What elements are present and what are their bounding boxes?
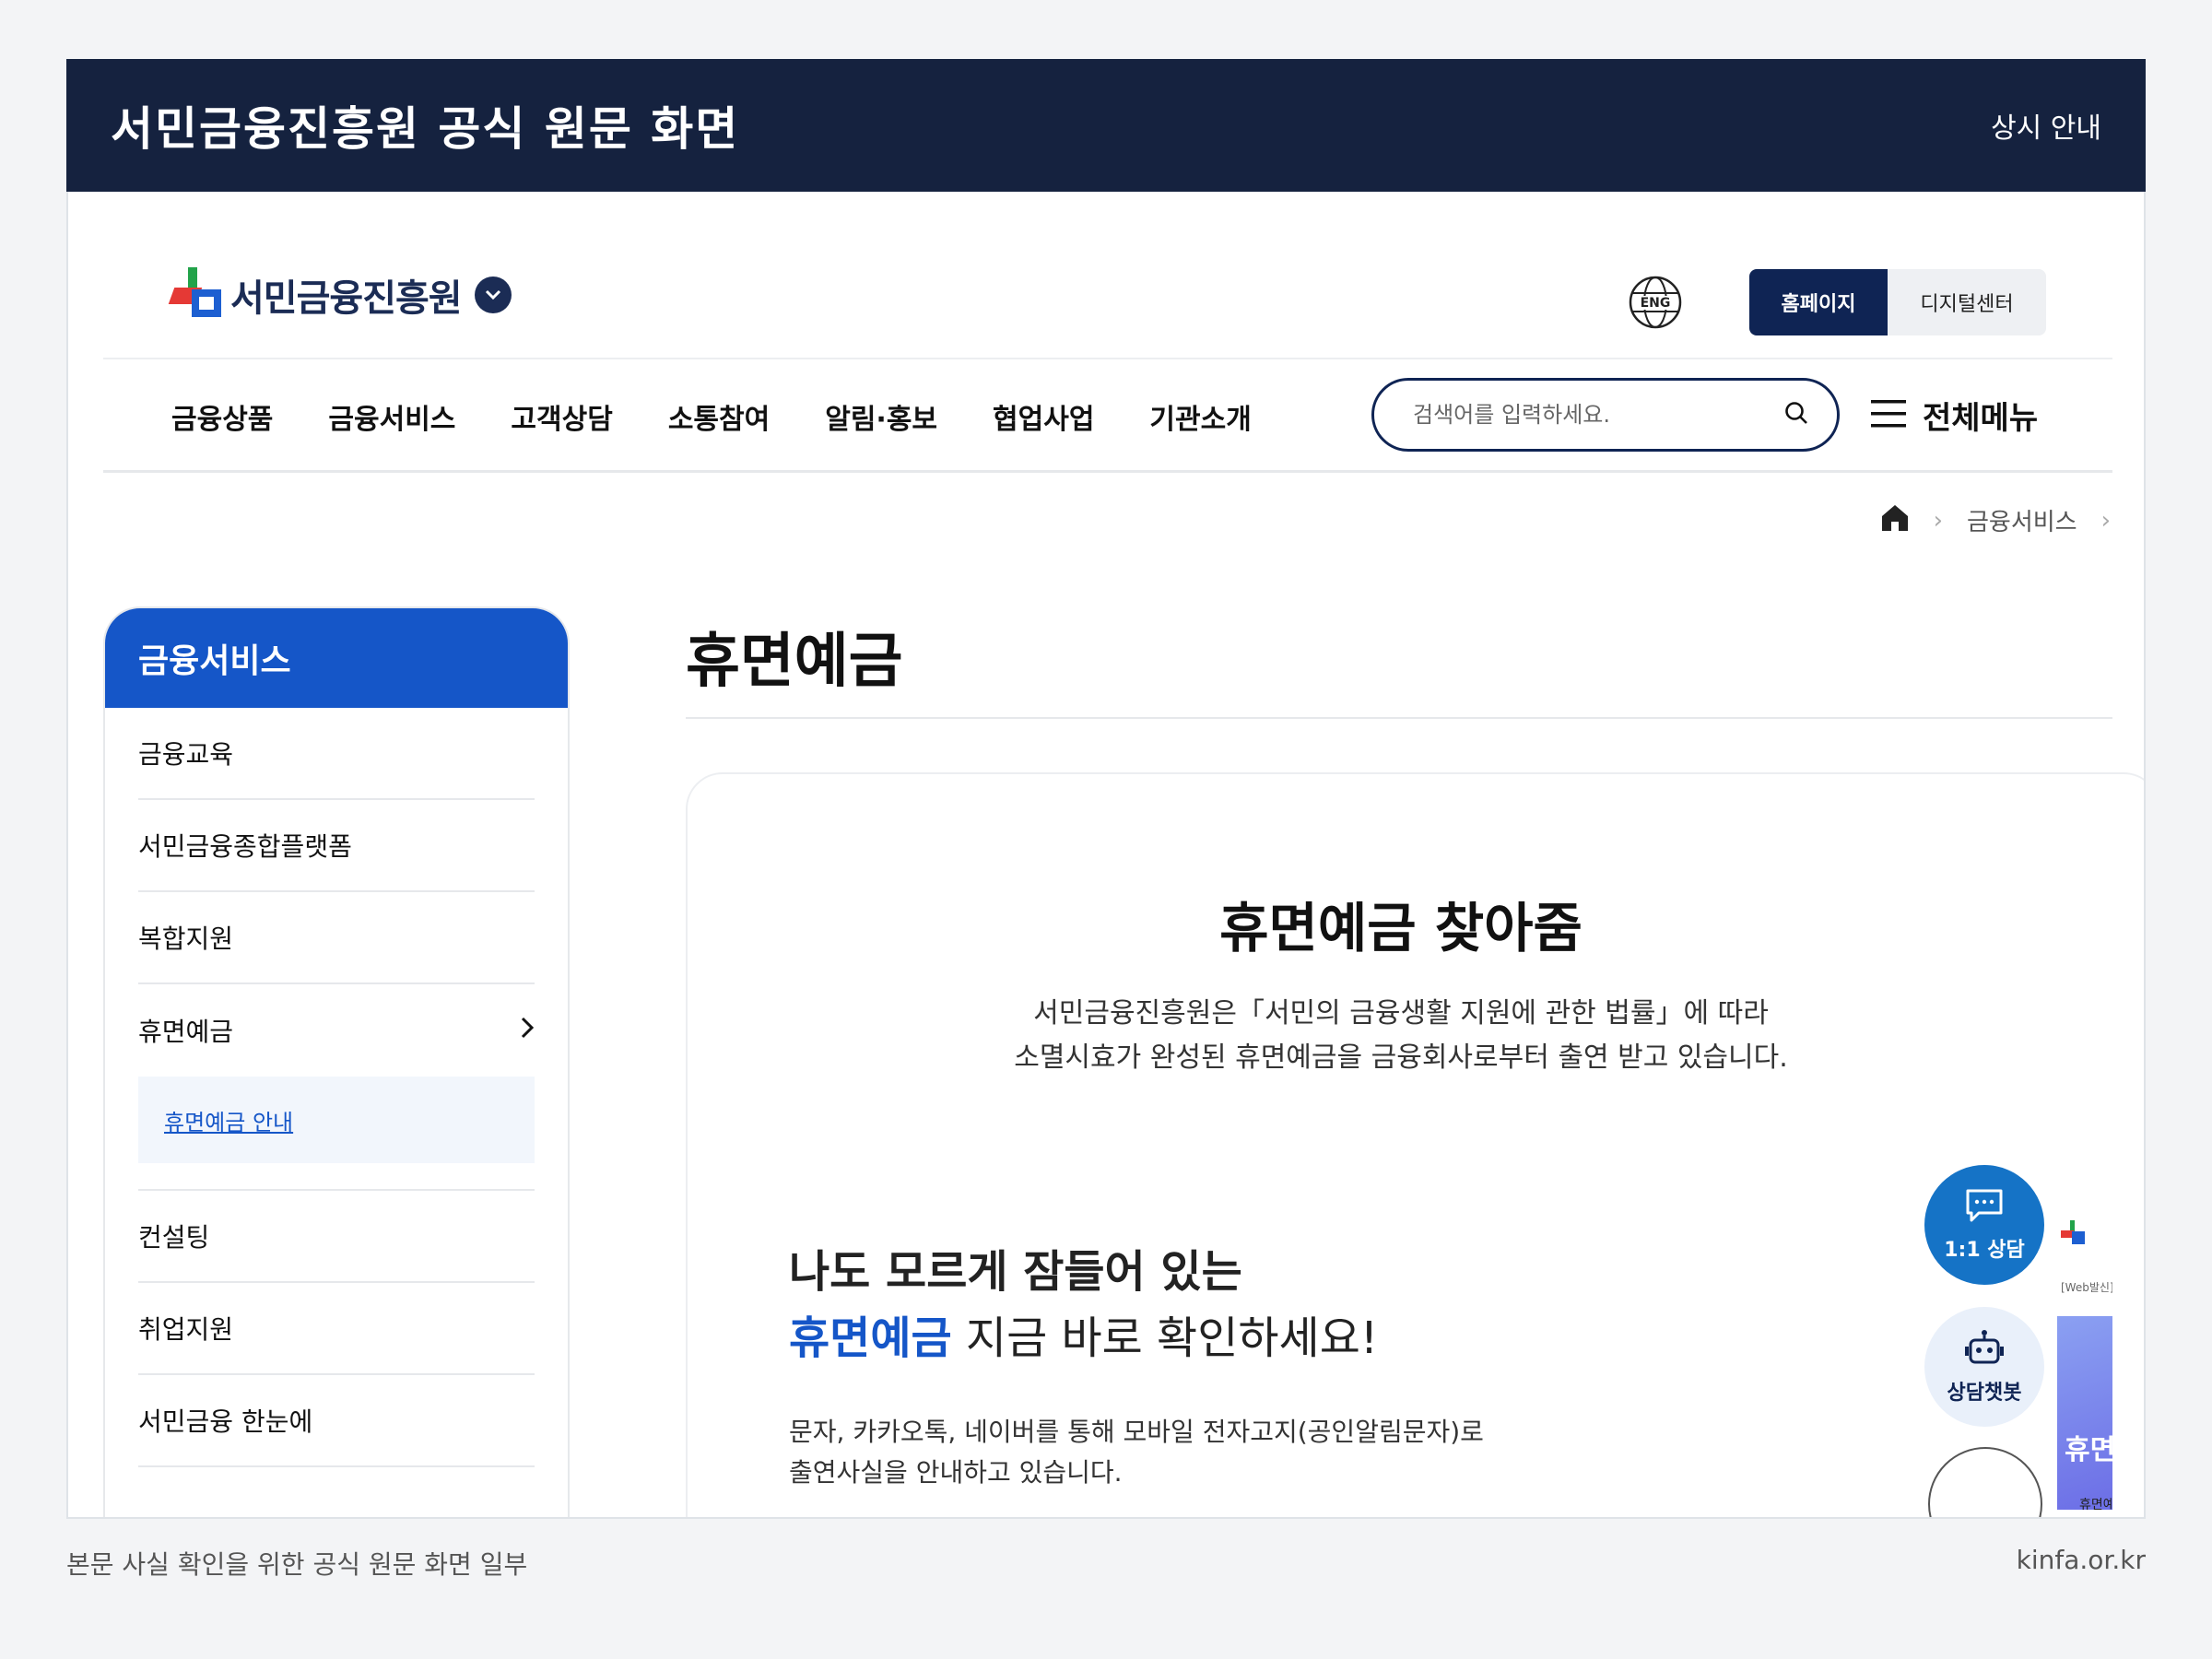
gnb-item[interactable]: 기관소개 [1149, 396, 1251, 437]
caption-source: kinfa.or.kr [2016, 1545, 2146, 1575]
search-icon[interactable] [1783, 400, 1809, 429]
toggle-homepage[interactable]: 홈페이지 [1749, 269, 1888, 335]
gnb-item[interactable]: 협업사업 [993, 396, 1094, 437]
side-nav-item[interactable]: 복합지원 [138, 892, 535, 984]
hook-emphasis: 휴면예금 [789, 1312, 952, 1364]
desc-line: 서민금융진흥원은「서민의 금융생활 지원에 관한 법률」에 따라 [1033, 997, 1769, 1030]
side-nav-item-label: 금융교육 [138, 739, 234, 770]
side-nav-item[interactable]: 서민금융종합플랫폼 [138, 800, 535, 892]
promo-phone [2057, 1316, 2112, 1510]
promo-tag: [Web발신] [2061, 1281, 2112, 1294]
desc-line: 소멸시효가 완성된 휴면예금을 금융회사로부터 출연 받고 있습니다. [1014, 1041, 1788, 1074]
one-on-one-chat-button[interactable]: 1:1 상담 [1924, 1165, 2044, 1285]
search-input[interactable] [1413, 402, 1763, 428]
chat-bubble-icon [1964, 1187, 2005, 1228]
logo-mark-icon [168, 267, 225, 323]
chevron-right-icon [520, 1016, 535, 1046]
site-logo[interactable]: 서민금융진흥원 [168, 267, 512, 323]
gnb-item[interactable]: 소통참여 [668, 396, 770, 437]
all-menu-button[interactable]: 전체메뉴 [1871, 393, 2038, 438]
title-divider [686, 717, 2112, 719]
globe-label: ENG [1641, 296, 1671, 311]
gnb-item[interactable]: 금융서비스 [328, 396, 455, 437]
side-nav: 금융서비스 금융교육 서민금융종합플랫폼 복합지원 휴면예금 휴면예금 안내 컨… [103, 606, 570, 1517]
breadcrumb-current[interactable]: 금융서비스 [1967, 503, 2077, 537]
side-nav-item[interactable]: 컨설팅 [138, 1191, 535, 1283]
browser-screenshot: 서민금융진흥원 ENG 홈페이지 디지털센터 금융상품 금융서비스 고객상담 소… [66, 192, 2146, 1519]
gnb-item[interactable]: 고객상담 [511, 396, 612, 437]
intro-card: 휴면예금 찾아줌 서민금융진흥원은「서민의 금융생활 지원에 관한 법률」에 따… [686, 772, 2144, 1517]
gnb-item[interactable]: 알림·홍보 [825, 396, 937, 437]
caption-left: 본문 사실 확인을 위한 공식 원문 화면 일부 [66, 1549, 528, 1580]
logo-text: 서민금융진흥원 [230, 277, 463, 320]
hook-line1: 나도 모르게 잠들어 있는 [789, 1246, 1242, 1298]
side-nav-item-label: 휴면예금 [138, 1017, 234, 1047]
search-box [1371, 378, 1840, 452]
side-nav-subitem-label: 휴면예금 안내 [164, 1109, 294, 1135]
banner-title: 서민금융진흥원 공식 원문 화면 [111, 102, 740, 156]
notice-text: 문자, 카카오톡, 네이버를 통해 모바일 전자고지(공인알림문자)로 출연사실… [789, 1412, 1484, 1493]
breadcrumb: › 금융서비스 › [1880, 503, 2111, 537]
chatbot-button-label: 상담챗봇 [1947, 1382, 2022, 1405]
chat-button-label: 1:1 상담 [1944, 1239, 2025, 1262]
hook-rest: 지금 바로 확인하세요! [965, 1312, 1379, 1364]
hamburger-icon [1871, 398, 1906, 433]
chevron-down-icon[interactable] [474, 276, 512, 313]
side-nav-title: 금융서비스 [105, 608, 568, 708]
chevron-right-icon: › [2100, 506, 2111, 535]
side-nav-item-label: 서민금융종합플랫폼 [138, 831, 352, 862]
toggle-digital-center[interactable]: 디지털센터 [1888, 269, 2046, 335]
banner-right-label: 상시 안내 [1991, 112, 2101, 145]
side-nav-item[interactable]: 서민금융 한눈에 [138, 1375, 535, 1467]
nav-divider [103, 470, 2112, 473]
side-nav-item-active[interactable]: 휴면예금 [138, 984, 535, 1077]
side-nav-item[interactable]: 금융교육 [138, 708, 535, 800]
global-nav: 금융상품 금융서비스 고객상담 소통참여 알림·홍보 협업사업 기관소개 [171, 396, 1252, 437]
promo-big-text: 휴면 [2065, 1434, 2112, 1466]
side-nav-item-label: 취업지원 [138, 1314, 234, 1345]
side-nav-item[interactable]: 취업지원 [138, 1283, 535, 1375]
side-nav-divider [138, 1163, 535, 1191]
side-nav-item-label: 컨설팅 [138, 1222, 210, 1253]
header-divider [103, 358, 2112, 359]
hook-line2: 휴면예금 지금 바로 확인하세요! [789, 1301, 1378, 1366]
site-toggle: 홈페이지 디지털센터 [1749, 269, 2046, 335]
promo-small-text: 휴면예 [2079, 1498, 2112, 1510]
all-menu-label: 전체메뉴 [1923, 400, 2039, 437]
home-icon[interactable] [1880, 503, 1910, 537]
chatbot-button[interactable]: 상담챗봇 [1924, 1307, 2044, 1427]
robot-icon [1963, 1328, 2006, 1372]
promo-image: [Web발신] 휴면 휴면예 [2057, 1187, 2112, 1510]
side-nav-item-label: 서민금융 한눈에 [138, 1406, 313, 1437]
gnb-item[interactable]: 금융상품 [171, 396, 273, 437]
chevron-right-icon: › [1933, 506, 1943, 535]
page-title: 휴면예금 [686, 628, 903, 696]
card-title: 휴면예금 찾아줌 [1219, 897, 1583, 959]
logo-mark-icon [2061, 1220, 2085, 1244]
banner: 서민금융진흥원 공식 원문 화면 상시 안내 [66, 59, 2146, 192]
side-nav-subitem[interactable]: 휴면예금 안내 [138, 1077, 535, 1163]
note-line: 출연사실을 안내하고 있습니다. [789, 1457, 1123, 1488]
card-description: 서민금융진흥원은「서민의 금융생활 지원에 관한 법률」에 따라 소멸시효가 완… [688, 992, 2114, 1080]
side-nav-item-label: 복합지원 [138, 924, 234, 954]
language-globe-icon[interactable]: ENG [1628, 275, 1683, 330]
note-line: 문자, 카카오톡, 네이버를 통해 모바일 전자고지(공인알림문자)로 [789, 1417, 1484, 1447]
